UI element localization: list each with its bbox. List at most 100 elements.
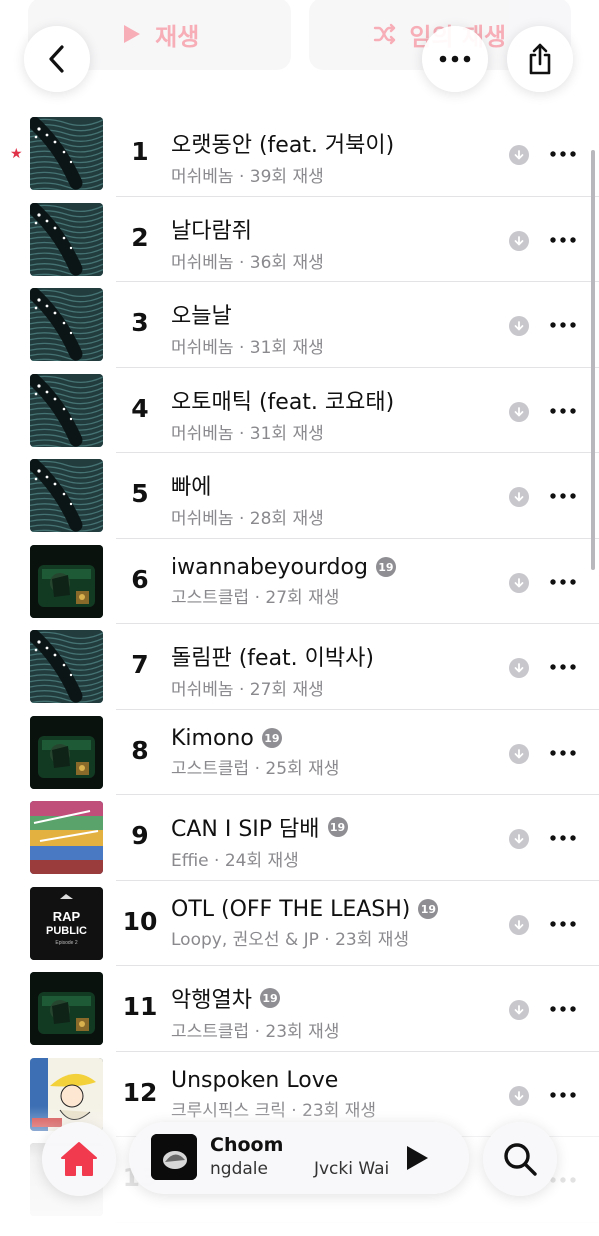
track-artwork xyxy=(30,459,103,532)
explicit-badge: 19 xyxy=(375,557,396,577)
track-title: Kimono xyxy=(171,725,254,751)
track-number: 9 xyxy=(131,821,149,850)
download-icon[interactable] xyxy=(509,743,529,764)
track-title-line: iwannabeyourdog 19 xyxy=(171,555,479,580)
track-number: 6 xyxy=(131,564,149,594)
track-more-button[interactable] xyxy=(548,999,578,1019)
track-subtitle: 머쉬베놈 · 36회 재생 xyxy=(171,252,324,273)
track-more-button[interactable] xyxy=(548,1085,578,1105)
ellipsis-icon xyxy=(550,578,576,585)
download-icon[interactable] xyxy=(509,1000,529,1020)
download-icon[interactable] xyxy=(509,401,529,422)
play-pause-button[interactable] xyxy=(402,1142,432,1174)
ellipsis-icon xyxy=(550,1006,576,1012)
track-title: 날다람쥐 xyxy=(171,218,252,244)
track-title: 악행열차 xyxy=(171,988,252,1013)
download-icon[interactable] xyxy=(509,487,529,507)
track-title-line: Unspoken Love xyxy=(171,1068,479,1093)
track-row[interactable]: 6 iwannabeyourdog 19 고스트클럽 · 27회 재생 xyxy=(0,539,599,624)
download-icon[interactable] xyxy=(509,658,529,678)
track-row[interactable]: 4 오토매틱 (feat. 코요태) 머쉬베놈 · 31회 재생 xyxy=(0,368,599,453)
track-row[interactable]: 11 악행열차 19 고스트클럽 · 23회 재생 xyxy=(0,966,599,1052)
back-button[interactable] xyxy=(24,26,90,92)
track-row[interactable]: 2 날다람쥐 머쉬베놈 · 36회 재생 xyxy=(0,197,599,282)
track-title: 오토매틱 (feat. 코요태) xyxy=(171,389,395,415)
track-artwork xyxy=(30,715,103,789)
search-button[interactable] xyxy=(483,1122,557,1196)
track-texts: iwannabeyourdog 19 고스트클럽 · 27회 재생 xyxy=(171,555,479,608)
ellipsis-icon xyxy=(550,664,576,670)
track-number: 12 xyxy=(122,1077,158,1107)
download-icon[interactable] xyxy=(509,572,529,593)
now-playing-artwork xyxy=(151,1134,197,1180)
track-texts: CAN I SIP 담배 19 Effie · 24회 재생 xyxy=(171,811,479,871)
track-row[interactable]: 3 오늘날 머쉬베놈 · 31회 재생 xyxy=(0,282,599,368)
track-texts: 날다람쥐 머쉬베놈 · 36회 재생 xyxy=(171,213,479,273)
track-row[interactable]: 7 돌림판 (feat. 이박사) 머쉬베놈 · 27회 재생 xyxy=(0,624,599,710)
track-number: 3 xyxy=(131,308,149,337)
track-title: 돌림판 (feat. 이박사) xyxy=(171,646,374,671)
share-icon xyxy=(529,43,551,75)
track-texts: OTL (OFF THE LEASH) 19 Loopy, 권오선 & JP ·… xyxy=(171,897,479,950)
scrollbar[interactable] xyxy=(591,150,595,570)
track-title-line: 빠에 xyxy=(171,469,479,501)
track-number: 1 xyxy=(131,137,149,166)
home-button[interactable] xyxy=(42,1122,116,1196)
download-icon[interactable] xyxy=(509,1085,529,1106)
download-icon[interactable] xyxy=(509,914,529,935)
track-row[interactable]: 8 Kimono 19 고스트클럽 · 25회 재생 xyxy=(0,710,599,795)
track-number: 11 xyxy=(122,992,158,1021)
top-action-buttons: 재생 임의 재생 xyxy=(28,0,571,74)
track-row[interactable]: 9 CAN I SIP 담배 19 Effie · 24회 재생 xyxy=(0,795,599,881)
track-title-line: CAN I SIP 담배 19 xyxy=(171,811,479,843)
track-title: iwannabeyourdog xyxy=(171,554,368,580)
track-row[interactable]: ★ 1 오랫동안 (feat. 거북이) 머쉬베놈 · 39회 재생 xyxy=(0,111,599,197)
track-more-button[interactable] xyxy=(548,572,578,592)
track-texts: Kimono 19 고스트클럽 · 25회 재생 xyxy=(171,726,479,779)
track-artwork xyxy=(30,117,103,190)
track-title: 오랫동안 (feat. 거북이) xyxy=(171,133,395,158)
track-texts: 오늘날 머쉬베놈 · 31회 재생 xyxy=(171,298,479,358)
track-artwork xyxy=(30,544,103,618)
track-more-button[interactable] xyxy=(548,828,578,848)
track-number: 2 xyxy=(131,222,149,252)
download-icon[interactable] xyxy=(509,829,529,849)
track-texts: 악행열차 19 고스트클럽 · 23회 재생 xyxy=(171,982,479,1042)
track-more-button[interactable] xyxy=(548,144,578,164)
play-icon xyxy=(124,25,141,43)
track-more-button[interactable] xyxy=(548,230,578,250)
svg-text:RAP: RAP xyxy=(53,909,81,924)
download-icon[interactable] xyxy=(509,230,529,251)
explicit-badge: 19 xyxy=(327,817,348,837)
track-row[interactable]: RAP PUBLIC Episode 2 10 OTL (OFF THE LEA… xyxy=(0,881,599,966)
track-subtitle: 머쉬베놈 · 39회 재생 xyxy=(171,167,324,187)
track-more-button[interactable] xyxy=(548,914,578,934)
track-subtitle: 머쉬베놈 · 31회 재생 xyxy=(171,423,324,444)
track-more-button[interactable] xyxy=(548,657,578,677)
track-title: CAN I SIP 담배 xyxy=(171,817,320,842)
track-texts: 오랫동안 (feat. 거북이) 머쉬베놈 · 39회 재생 xyxy=(171,127,479,187)
track-subtitle: 머쉬베놈 · 28회 재생 xyxy=(171,509,324,529)
track-more-button[interactable] xyxy=(548,315,578,335)
mini-player[interactable]: Choom ngdale Jvcki Wai xyxy=(129,1122,469,1194)
explicit-badge: 19 xyxy=(259,988,280,1008)
track-texts: 빠에 머쉬베놈 · 28회 재생 xyxy=(171,469,479,529)
track-more-button[interactable] xyxy=(548,401,578,421)
share-button[interactable] xyxy=(507,26,573,92)
track-artwork: RAP PUBLIC Episode 2 xyxy=(30,886,103,960)
track-title-line: 오랫동안 (feat. 거북이) xyxy=(171,127,479,159)
play-all-label: 재생 xyxy=(155,22,200,51)
track-subtitle: Effie · 24회 재생 xyxy=(171,851,299,871)
download-icon[interactable] xyxy=(509,316,529,336)
track-more-button[interactable] xyxy=(548,743,578,763)
track-number: 5 xyxy=(131,479,149,508)
track-number: 10 xyxy=(122,906,158,936)
now-playing-title: Choom xyxy=(210,1134,284,1156)
explicit-badge: 19 xyxy=(261,728,282,748)
track-row[interactable]: 5 빠에 머쉬베놈 · 28회 재생 xyxy=(0,453,599,539)
more-options-button[interactable] xyxy=(422,26,488,92)
track-more-button[interactable] xyxy=(548,486,578,506)
track-subtitle: 고스트클럽 · 25회 재생 xyxy=(171,758,340,779)
track-subtitle: 고스트클럽 · 27회 재생 xyxy=(171,587,340,608)
download-icon[interactable] xyxy=(509,145,529,165)
